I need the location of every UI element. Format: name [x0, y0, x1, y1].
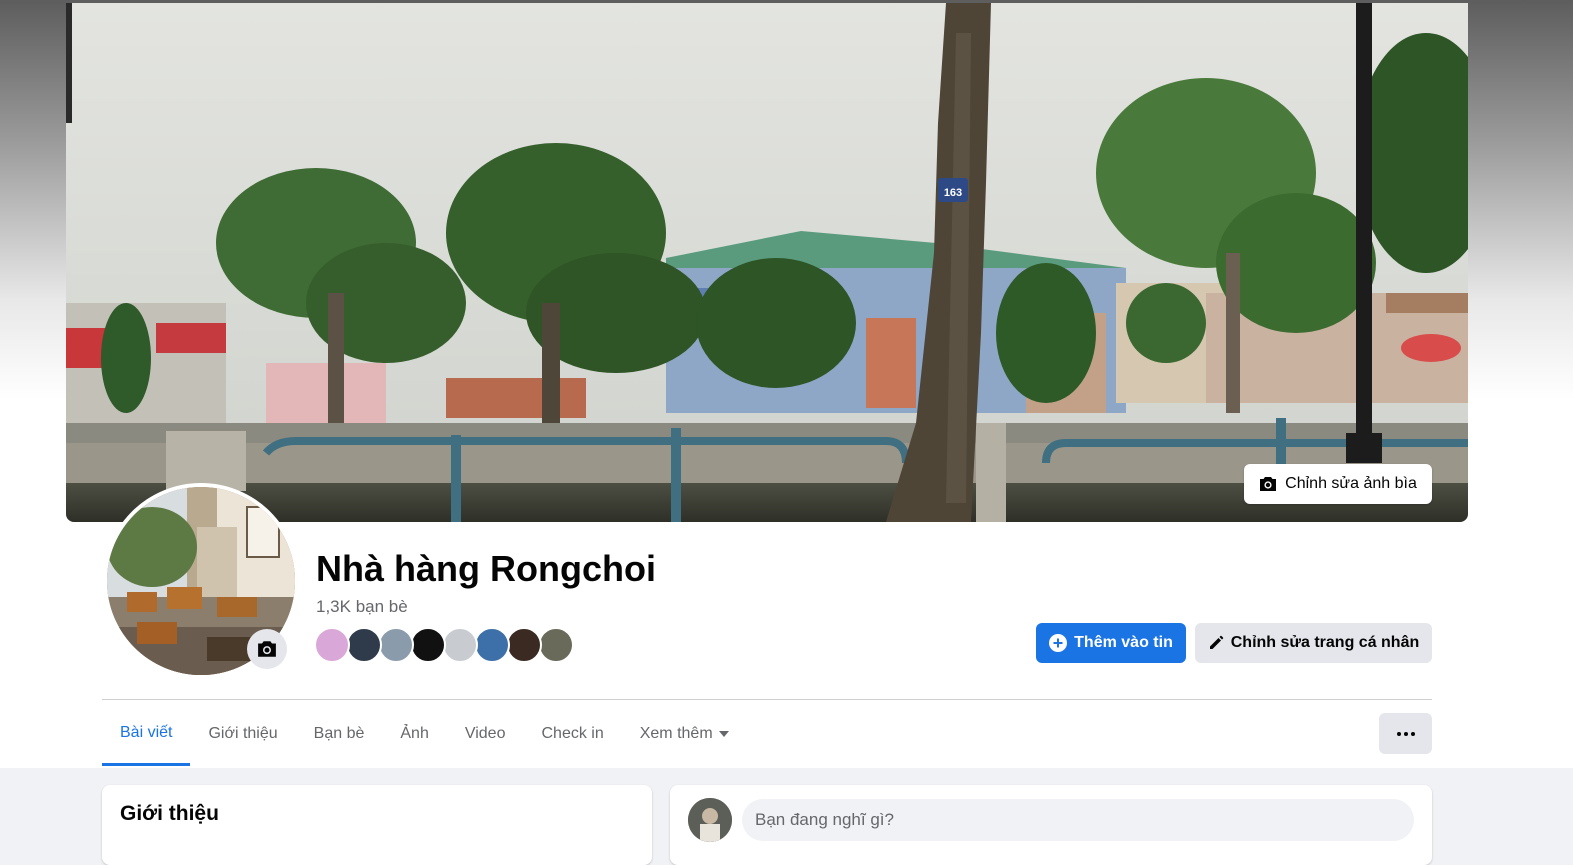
friend-avatar[interactable]: [346, 627, 382, 663]
caret-down-icon: [718, 731, 729, 737]
more-options-button[interactable]: [1379, 713, 1432, 754]
post-composer: Bạn đang nghĩ gì?: [670, 785, 1432, 865]
pencil-icon: [1209, 635, 1223, 649]
friend-avatar[interactable]: [410, 627, 446, 663]
tab-about[interactable]: Giới thiệu: [190, 702, 295, 766]
tab-label: Ảnh: [400, 725, 429, 742]
profile-header: 163 Chỉnh sửa ảnh bìa Nhà hàng Rongchoi …: [0, 0, 1573, 768]
ellipsis-icon: [1396, 731, 1415, 736]
friend-avatar[interactable]: [474, 627, 510, 663]
tab-label: Xem thêm: [639, 725, 713, 742]
edit-profile-label: Chỉnh sửa trang cá nhân: [1230, 634, 1420, 651]
profile-tabs: Bài viết Giới thiệu Bạn bè Ảnh Video Che…: [102, 702, 747, 768]
update-avatar-button[interactable]: [247, 629, 287, 669]
tab-label: Video: [464, 725, 506, 742]
tab-label: Check in: [541, 725, 604, 742]
street-number-sign: 163: [944, 187, 962, 199]
tab-photos[interactable]: Ảnh: [382, 702, 446, 766]
cover-photo[interactable]: 163: [66, 3, 1468, 522]
tab-label: Bạn bè: [313, 725, 365, 742]
tab-posts[interactable]: Bài viết: [102, 702, 191, 766]
header-divider: [102, 699, 1432, 700]
friends-count-link[interactable]: 1,3K bạn bè: [316, 597, 408, 617]
tab-friends[interactable]: Bạn bè: [296, 702, 383, 766]
camera-icon: [1260, 477, 1277, 491]
friend-avatar-stack: [314, 627, 574, 663]
composer-placeholder: Bạn đang nghĩ gì?: [755, 810, 894, 829]
tab-check-ins[interactable]: Check in: [523, 702, 621, 766]
composer-input[interactable]: Bạn đang nghĩ gì?: [742, 799, 1414, 841]
tab-label: Bài viết: [120, 723, 173, 741]
friend-avatar[interactable]: [314, 627, 350, 663]
add-to-story-label: Thêm vào tin: [1074, 634, 1173, 651]
add-to-story-button[interactable]: Thêm vào tin: [1036, 623, 1186, 663]
camera-icon: [258, 641, 276, 657]
friend-avatar[interactable]: [506, 627, 542, 663]
plus-circle-icon: [1049, 634, 1068, 652]
friend-avatar[interactable]: [442, 627, 478, 663]
edit-cover-photo-label: Chỉnh sửa ảnh bìa: [1285, 475, 1417, 492]
profile-name: Nhà hàng Rongchoi: [316, 548, 656, 589]
tab-see-more[interactable]: Xem thêm: [622, 702, 747, 766]
intro-title: Giới thiệu: [120, 802, 219, 825]
friend-avatar[interactable]: [378, 627, 414, 663]
composer-avatar[interactable]: [688, 798, 732, 842]
intro-card: Giới thiệu: [102, 785, 652, 865]
tab-label: Giới thiệu: [208, 725, 278, 742]
tab-videos[interactable]: Video: [447, 702, 524, 766]
edit-cover-photo-button[interactable]: Chỉnh sửa ảnh bìa: [1244, 464, 1432, 504]
edit-profile-button[interactable]: Chỉnh sửa trang cá nhân: [1195, 623, 1432, 663]
friend-avatar[interactable]: [538, 627, 574, 663]
